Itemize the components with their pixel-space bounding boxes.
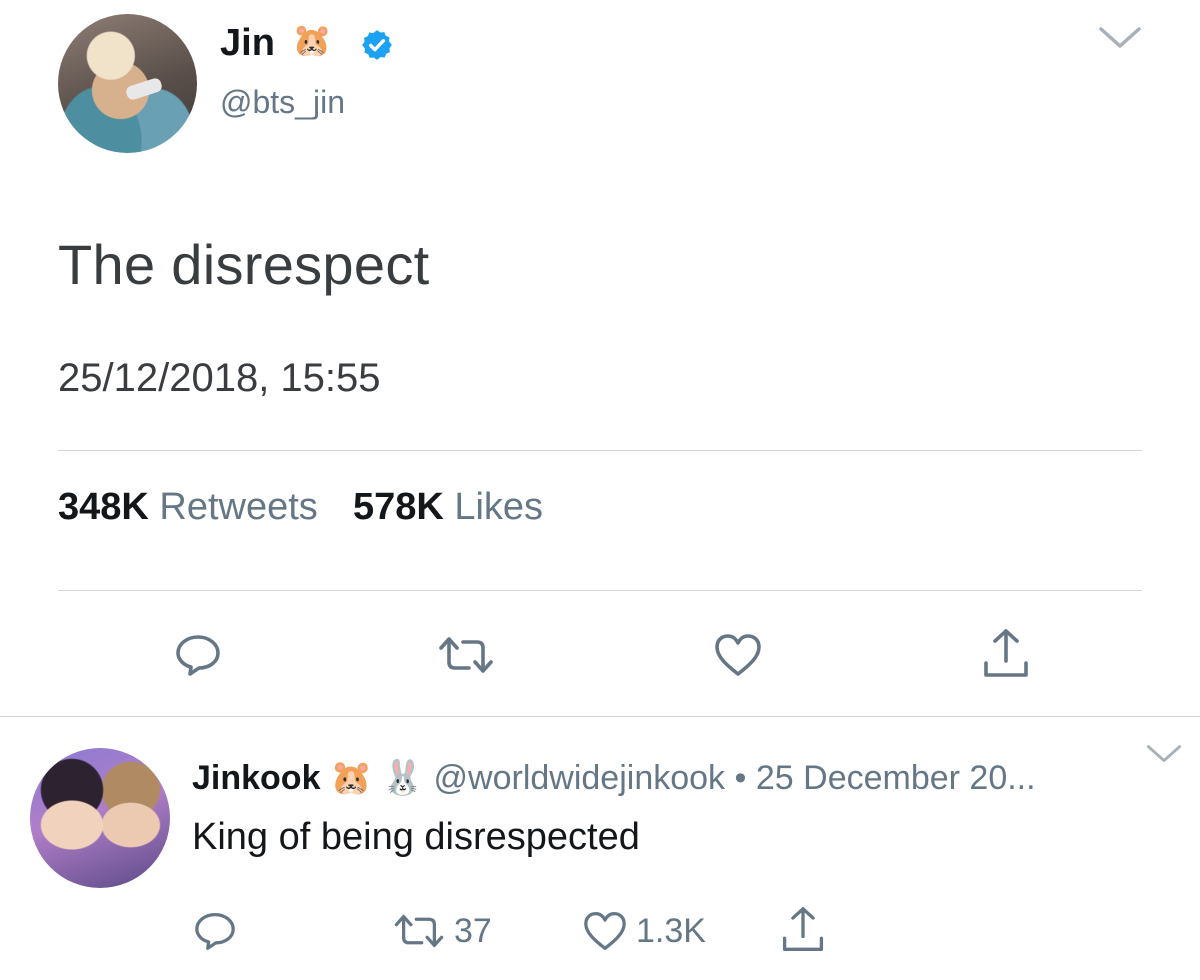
divider — [58, 450, 1142, 451]
like-button[interactable] — [710, 630, 766, 680]
like-icon — [715, 634, 761, 676]
reply-retweets-count: 37 — [454, 911, 492, 950]
reply-header: Jinkook 🐹 🐰 @worldwidejinkook • 25 Decem… — [192, 758, 1036, 798]
divider — [58, 590, 1142, 591]
chevron-down-icon[interactable] — [1146, 744, 1182, 764]
author-handle[interactable]: @bts_jin — [220, 84, 345, 121]
like-icon — [584, 912, 626, 950]
tweet-detail-screen: Jin 🐹 @bts_jin The disrespect 25/12/2018… — [0, 0, 1200, 980]
reply-reply-button[interactable] — [190, 908, 240, 954]
reply-text: King of being disrespected — [192, 816, 640, 858]
retweets-label: Retweets — [159, 486, 318, 528]
reply-retweet-button[interactable]: 37 — [392, 908, 492, 954]
meta-separator: • — [734, 759, 747, 797]
share-icon — [984, 629, 1028, 677]
retweet-button[interactable] — [436, 632, 496, 678]
hamster-emoji-icon: 🐹 — [329, 759, 373, 797]
share-icon — [782, 907, 824, 951]
avatar-photo-detail — [124, 76, 164, 102]
tweet-text: The disrespect — [58, 233, 430, 296]
reply-author-display-name[interactable]: Jinkook — [192, 759, 320, 797]
rabbit-emoji-icon: 🐰 — [381, 759, 425, 797]
reply-date[interactable]: 25 December 20... — [756, 759, 1036, 797]
reply-author-avatar[interactable] — [30, 748, 170, 888]
author-avatar[interactable] — [58, 14, 197, 153]
retweet-icon — [439, 637, 493, 673]
verified-icon — [362, 30, 392, 60]
likes-stat[interactable]: 578K Likes — [353, 486, 543, 528]
reply-like-button[interactable]: 1.3K — [582, 908, 706, 954]
reply-share-button[interactable] — [776, 904, 830, 956]
retweets-count: 348K — [58, 486, 149, 528]
reply-button[interactable] — [170, 630, 226, 680]
divider — [0, 716, 1200, 717]
tweet-stats: 348K Retweets 578K Likes — [58, 486, 543, 529]
retweets-stat[interactable]: 348K Retweets — [58, 486, 328, 528]
share-button[interactable] — [978, 626, 1034, 682]
likes-count: 578K — [352, 486, 444, 528]
reply-icon — [176, 635, 220, 676]
tweet-timestamp[interactable]: 25/12/2018, 15:55 — [58, 356, 381, 401]
reply-likes-count: 1.3K — [636, 911, 706, 950]
reply-author-handle[interactable]: @worldwidejinkook — [434, 759, 726, 797]
chevron-down-icon[interactable] — [1098, 26, 1142, 50]
hamster-emoji-icon: 🐹 — [292, 22, 332, 58]
reply-icon — [195, 913, 235, 950]
likes-label: Likes — [454, 486, 544, 528]
retweet-icon — [394, 914, 444, 948]
author-display-name[interactable]: Jin — [220, 22, 275, 65]
